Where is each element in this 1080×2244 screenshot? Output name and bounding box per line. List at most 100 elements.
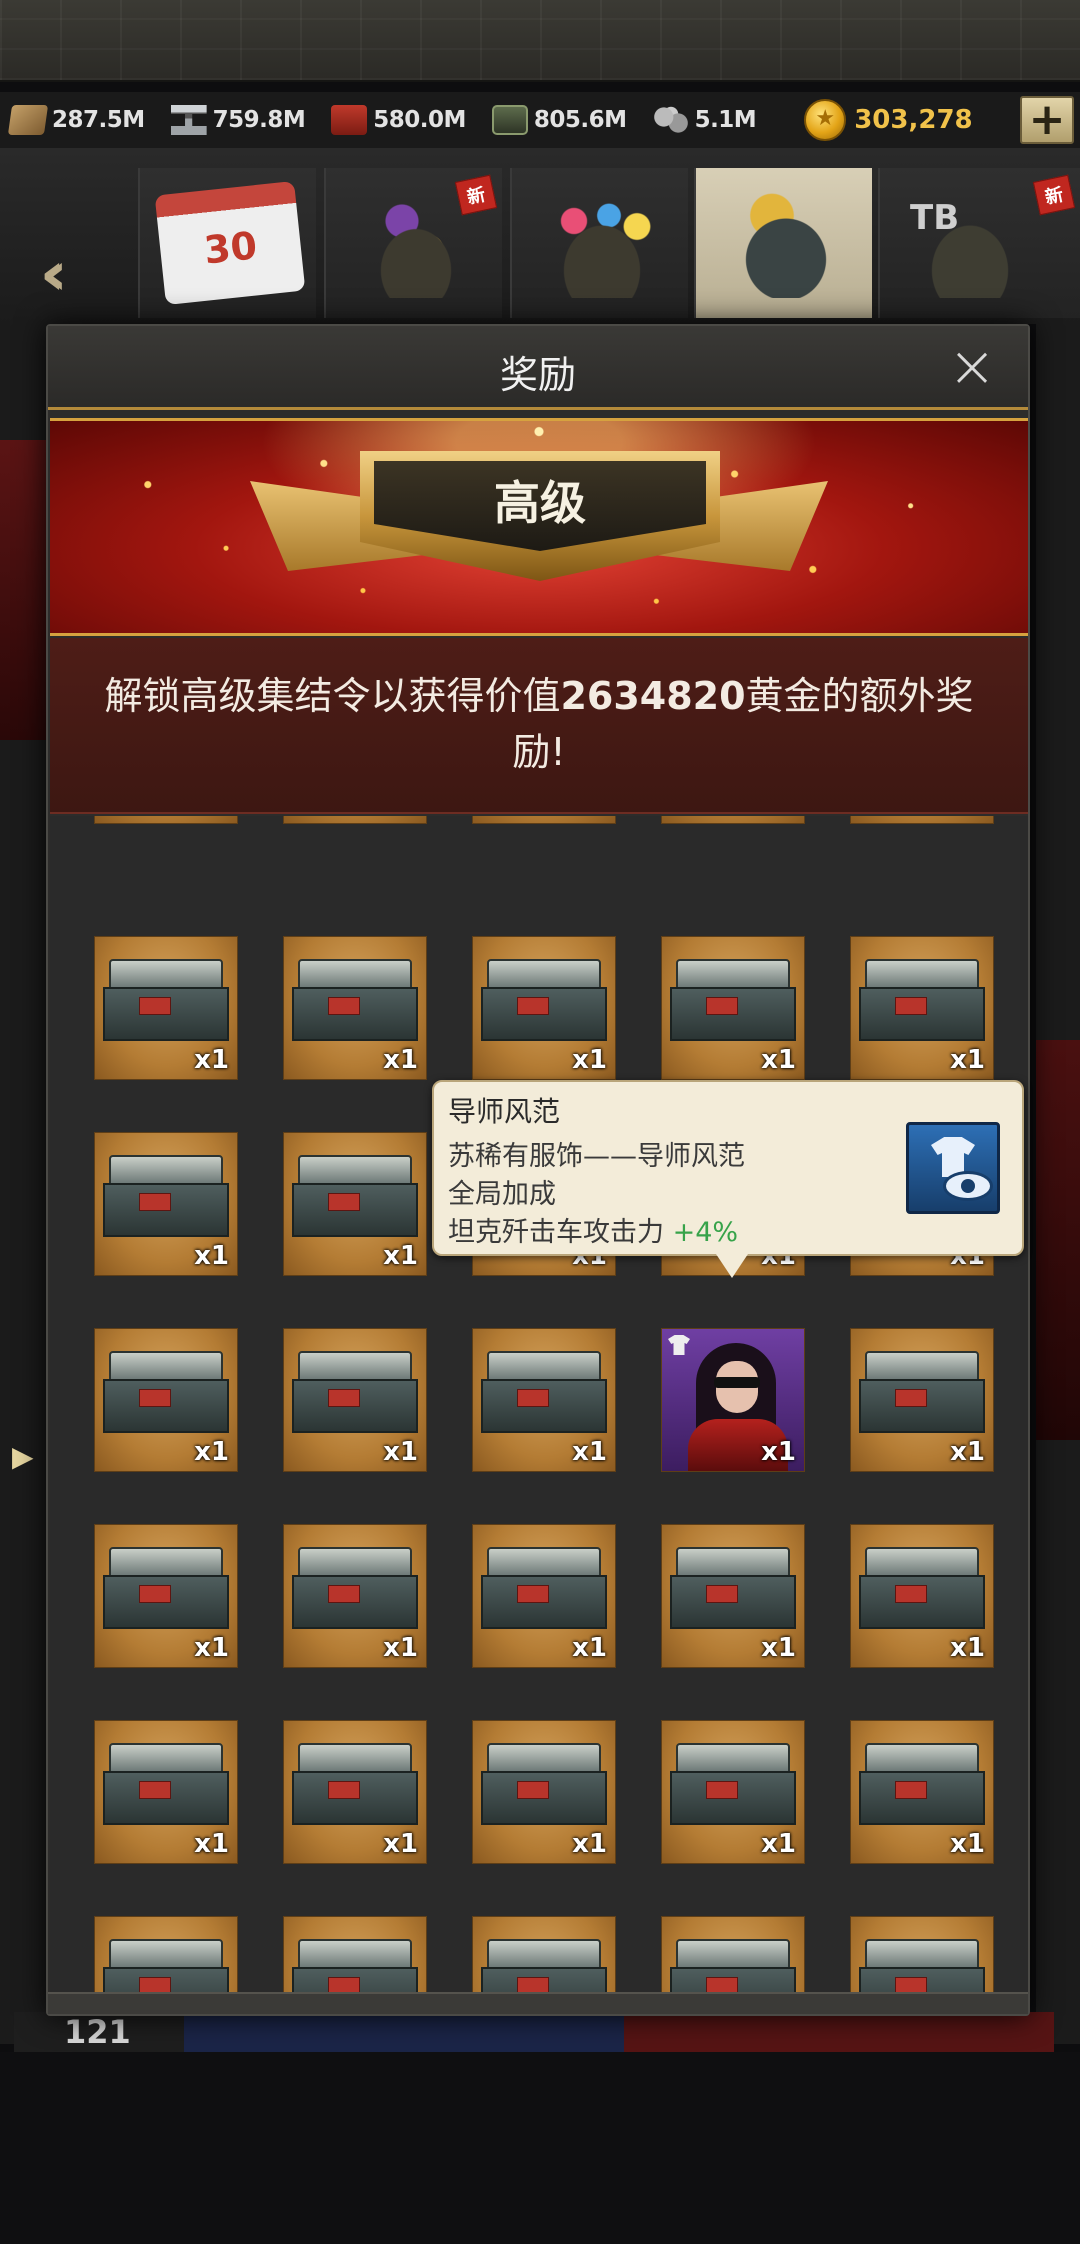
chest-tag [328,1585,360,1603]
side-arrow-icon[interactable]: ▶ [12,1440,34,1473]
reward-quantity: x1 [950,1045,985,1075]
chest-lid [109,1939,223,1969]
reward-cell-chest[interactable]: x1 [94,1328,238,1472]
reward-cell-chest[interactable]: x1 [283,1132,427,1276]
add-gold-button[interactable]: + [1020,96,1074,144]
reward-row: x1 x1 x1 x1 x1 [94,1524,994,1668]
background-footer-row: 121 [14,2012,1054,2052]
notice-text: 解锁高级集结令以获得价值2634820黄金的额外奖励! [80,668,998,780]
chest-lid [487,1547,601,1577]
reward-cell-chest[interactable]: x1 [850,1720,994,1864]
chest-tag [328,997,360,1015]
reward-cell-chest[interactable]: x1 [850,936,994,1080]
reward-quantity: x1 [572,1633,607,1663]
reward-quantity: x1 [194,1045,229,1075]
reward-quantity: x1 [950,816,985,819]
reward-cell-chest[interactable]: x1 [472,1720,616,1864]
chest-lid [487,1939,601,1969]
notice-amount: 2634820 [560,674,746,718]
rank-title: 高级 [494,476,586,530]
chest-lid [109,1547,223,1577]
chest-tag [328,1193,360,1211]
chest-lid [298,1155,412,1185]
reward-cell-chest[interactable]: x1 [94,816,238,824]
reward-cell-chest[interactable]: x1 [850,1328,994,1472]
reward-cell-chest[interactable]: x1 [472,1916,616,1996]
reward-cell-chest[interactable]: x1 [94,936,238,1080]
reward-cell-chest[interactable]: x1 [472,816,616,824]
reward-cell-chest[interactable]: x1 [472,1328,616,1472]
supply-chest-icon [292,959,418,1045]
chest-tag [139,1781,171,1799]
back-arrow-icon[interactable]: ‹‹ [40,244,69,304]
reward-tooltip: 导师风范 苏稀有服饰——导师风范 全局加成 坦克歼击车攻击力 +4% [432,1080,1024,1278]
chest-tag [139,1193,171,1211]
reward-cell-chest[interactable]: x1 [94,1524,238,1668]
reward-cell-chest[interactable]: x1 [850,816,994,824]
chest-lid [487,1743,601,1773]
reward-cell-chest[interactable]: x1 [850,1916,994,1996]
chest-lid [109,1743,223,1773]
resource-ore: 5.1M [652,105,757,135]
modal-title: 奖励 [499,353,576,397]
reward-quantity: x1 [761,1437,796,1467]
modal-bottom-bar [48,1992,1028,2014]
chest-lid [865,1351,979,1381]
reward-cell-chest[interactable]: x1 [661,1916,805,1996]
chest-tag [895,1585,927,1603]
chest-lid [865,1743,979,1773]
ammo-icon [491,105,528,135]
reward-cell-chest[interactable]: x1 [850,1524,994,1668]
reward-cell-chest[interactable]: x1 [94,1720,238,1864]
chest-tag [139,997,171,1015]
reward-quantity: x1 [950,1633,985,1663]
supply-chest-icon [292,1939,418,1996]
tooltip-item-name: 苏稀有服饰——导师风范 [448,1141,745,1172]
chest-tag [139,1585,171,1603]
reward-cell-chest[interactable]: x1 [283,936,427,1080]
tab-gem-tank[interactable]: 新 [324,168,502,318]
reward-cell-chest[interactable]: x1 [283,1916,427,1996]
reward-cell-chest[interactable]: x1 [472,1524,616,1668]
reward-quantity: x1 [761,1829,796,1859]
reward-cell-chest[interactable]: x1 [283,1328,427,1472]
reward-cell-chest[interactable]: x1 [94,1132,238,1276]
supply-chest-icon [103,959,229,1045]
oil-icon [331,105,368,135]
resource-gold: 303,278 [804,99,973,141]
reward-cell-chest[interactable]: x1 [472,936,616,1080]
chest-tag [517,1585,549,1603]
reward-cell-chest[interactable]: x1 [661,936,805,1080]
reward-row: x1 x1 x1 x1 x1 [94,936,994,1080]
reward-cell-chest[interactable]: x1 [94,1916,238,1996]
reward-cell-chest[interactable]: x1 [661,1524,805,1668]
chest-tag [328,1781,360,1799]
resource-value: 580.0M [373,107,466,133]
reward-cell-chest[interactable]: x1 [283,816,427,824]
tooltip-bonus-stat: 坦克歼击车攻击力 [448,1217,664,1248]
tab-balloon-tank[interactable] [510,168,688,318]
chest-lid [487,959,601,989]
tab-calendar[interactable]: 30 [138,168,316,318]
close-button[interactable]: × [944,337,1000,396]
resource-value: 287.5M [52,107,145,133]
rank-banner: 高级 [50,418,1028,636]
tab-tb-tank[interactable]: TB 新 [878,168,1080,318]
reward-cell-chest[interactable]: x1 [661,816,805,824]
tab-chest[interactable] [694,168,872,318]
reward-cell-chest[interactable]: x1 [661,1720,805,1864]
chest-tag [139,1389,171,1407]
reward-cell-chest[interactable]: x1 [283,1524,427,1668]
reward-cell-chest[interactable]: x1 [283,1720,427,1864]
resource-steel: 759.8M [170,105,306,135]
rewards-grid[interactable]: x1 x1 x1 x1 x1 x1 x1 x1 x1 x1 x1 x1 x1 x1 x1 x1 x1 x1 x1 x1… [50,816,1028,1996]
ore-icon [652,105,689,135]
reward-cell-avatar[interactable]: x1 [661,1328,805,1472]
supply-chest-icon [481,1939,607,1996]
chest-lid [676,1743,790,1773]
chest-lid [109,1155,223,1185]
bottom-area [0,2052,1080,2244]
reward-quantity: x1 [194,1829,229,1859]
tooltip-bonus-line: 坦克歼击车攻击力 +4% [448,1210,738,1249]
notice-prefix: 解锁高级集结令以获得价值 [104,674,561,718]
